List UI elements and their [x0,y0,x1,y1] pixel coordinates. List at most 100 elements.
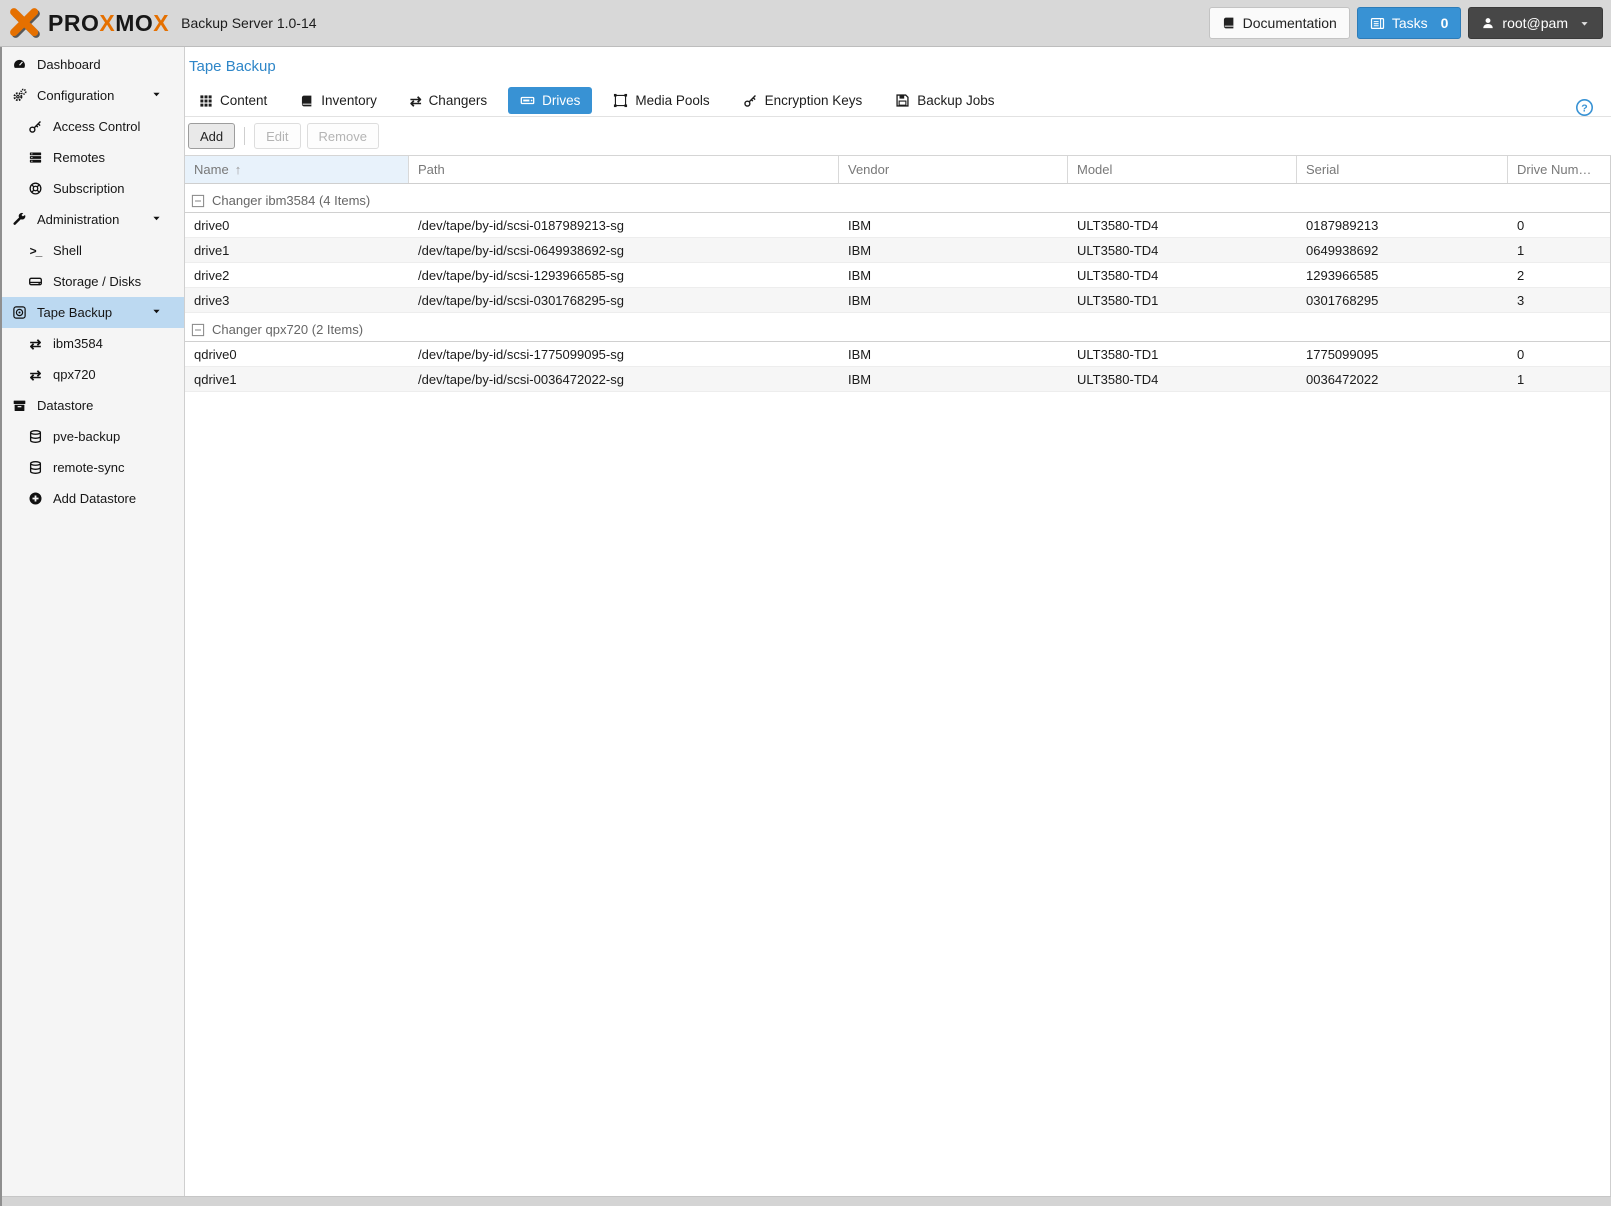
cell-drive_number: 2 [1517,267,1525,283]
sidebar-item-label: Storage / Disks [53,274,142,289]
cell-model: ULT3580-TD1 [1077,292,1159,308]
tasks-button[interactable]: Tasks 0 [1356,7,1462,39]
cell-vendor: IBM [848,371,872,387]
table-row-qdrive0[interactable]: qdrive0/dev/tape/by-id/scsi-1775099095-s… [185,342,1610,367]
column-header-model[interactable]: Model [1068,156,1297,183]
cell-serial: 0301768295 [1306,292,1379,308]
group-header-changer-qpx720-2-items[interactable]: Changer qpx720 (2 Items) [185,316,1610,342]
tachometer-icon [11,57,28,72]
group-header-changer-ibm3584-4-items[interactable]: Changer ibm3584 (4 Items) [185,187,1610,213]
column-header-serial[interactable]: Serial [1297,156,1508,183]
sidebar-item-pve-backup[interactable]: pve-backup [0,421,184,452]
cell-drive_number: 1 [1517,242,1525,258]
sort-asc-icon: ↑ [234,162,242,177]
server-list-icon [27,150,44,165]
caret-down-icon [148,89,165,100]
user-icon [1481,16,1495,30]
sidebar-item-tape-backup[interactable]: Tape Backup [0,297,184,328]
user-menu-button[interactable]: root@pam [1468,7,1603,39]
horizontal-scrollbar-track[interactable] [0,1196,1611,1206]
exchange-icon: ⇄ [29,366,42,383]
column-label: Serial [1306,162,1340,177]
column-header-drive_number[interactable]: Drive Num… [1508,156,1610,183]
help-icon[interactable]: ? [1575,98,1594,117]
tab-label: Inventory [321,93,377,108]
object-group-icon [613,93,628,108]
content-panel: Tape Backup ? Content Inventory ⇄ Changers D… [185,47,1611,1196]
sidebar-item-label: Configuration [37,88,115,103]
cell-vendor: IBM [848,292,872,308]
sidebar-item-add-datastore[interactable]: Add Datastore [0,483,184,514]
exchange-icon: ⇄ [409,92,422,109]
column-label: Vendor [848,162,890,177]
cell-model: ULT3580-TD4 [1077,217,1159,233]
tab-label: Encryption Keys [764,93,863,108]
task-list-icon [1370,16,1385,31]
wrench-icon [11,212,28,227]
sidebar-item-label: remote-sync [53,460,125,475]
column-label: Drive Num… [1517,162,1592,177]
sidebar-item-qpx720[interactable]: ⇄ qpx720 [0,359,184,390]
window-left-edge [0,47,2,1206]
cell-model: ULT3580-TD4 [1077,242,1159,258]
cell-drive_number: 0 [1517,217,1525,233]
proxmox-logo: PROXMOX [8,6,169,40]
sidebar-item-shell[interactable]: >_ Shell [0,235,184,266]
toolbar: Add Edit Remove [185,117,1611,155]
hdd-icon [27,274,44,289]
table-row-drive0[interactable]: drive0/dev/tape/by-id/scsi-0187989213-sg… [185,213,1610,238]
sidebar-item-subscription[interactable]: Subscription [0,173,184,204]
tab-drives[interactable]: Drives [508,87,593,114]
column-label: Name [194,162,229,177]
cell-vendor: IBM [848,242,872,258]
table-row-drive3[interactable]: drive3/dev/tape/by-id/scsi-0301768295-sg… [185,288,1610,313]
sidebar-item-label: Tape Backup [37,305,113,320]
column-header-vendor[interactable]: Vendor [839,156,1068,183]
exchange-icon: ⇄ [29,335,42,352]
sidebar: Dashboard Configuration Access Control Remo… [0,47,185,1196]
chevron-down-icon [1579,18,1590,29]
sidebar-item-dashboard[interactable]: Dashboard [0,49,184,80]
group-label: Changer ibm3584 (4 Items) [212,193,371,208]
sidebar-item-administration[interactable]: Administration [0,204,184,235]
remove-button: Remove [306,123,379,149]
table-row-drive2[interactable]: drive2/dev/tape/by-id/scsi-1293966585-sg… [185,263,1610,288]
tasks-label: Tasks [1391,15,1428,31]
sidebar-item-label: Shell [53,243,82,258]
tab-content[interactable]: Content [187,87,279,114]
sidebar-item-configuration[interactable]: Configuration [0,80,184,111]
table-row-drive1[interactable]: drive1/dev/tape/by-id/scsi-0649938692-sg… [185,238,1610,263]
tab-backup-jobs[interactable]: Backup Jobs [883,87,1006,114]
sidebar-item-access-control[interactable]: Access Control [0,111,184,142]
sidebar-item-label: Administration [37,212,120,227]
documentation-button[interactable]: Documentation [1208,7,1350,39]
cell-drive_number: 1 [1517,371,1525,387]
column-header-path[interactable]: Path [409,156,839,183]
sidebar-item-remote-sync[interactable]: remote-sync [0,452,184,483]
tab-label: Content [220,93,268,108]
terminal-icon: >_ [29,243,43,258]
tab-media-pools[interactable]: Media Pools [601,87,721,114]
sidebar-item-remotes[interactable]: Remotes [0,142,184,173]
sidebar-item-label: Dashboard [37,57,101,72]
table-row-qdrive1[interactable]: qdrive1/dev/tape/by-id/scsi-0036472022-s… [185,367,1610,392]
sidebar-item-storage-disks[interactable]: Storage / Disks [0,266,184,297]
cell-model: ULT3580-TD4 [1077,371,1159,387]
user-label: root@pam [1502,15,1568,31]
book-icon [1222,16,1236,30]
tab-changers[interactable]: ⇄ Changers [398,87,499,114]
add-button[interactable]: Add [188,123,236,149]
grid-body: Changer ibm3584 (4 Items) drive0/dev/tape… [185,187,1610,392]
sidebar-item-datastore[interactable]: Datastore [0,390,184,421]
sidebar-item-label: qpx720 [53,367,96,382]
cell-path: /dev/tape/by-id/scsi-0649938692-sg [418,242,624,258]
tab-encryption-keys[interactable]: Encryption Keys [731,87,875,114]
column-label: Model [1077,162,1113,177]
cell-vendor: IBM [848,346,872,362]
sidebar-item-ibm3584[interactable]: ⇄ ibm3584 [0,328,184,359]
column-header-name[interactable]: Name ↑ [185,156,409,183]
tab-inventory[interactable]: Inventory [288,87,389,114]
tape-drive-icon [520,93,535,108]
cell-model: ULT3580-TD4 [1077,267,1159,283]
caret-down-icon [148,213,165,224]
